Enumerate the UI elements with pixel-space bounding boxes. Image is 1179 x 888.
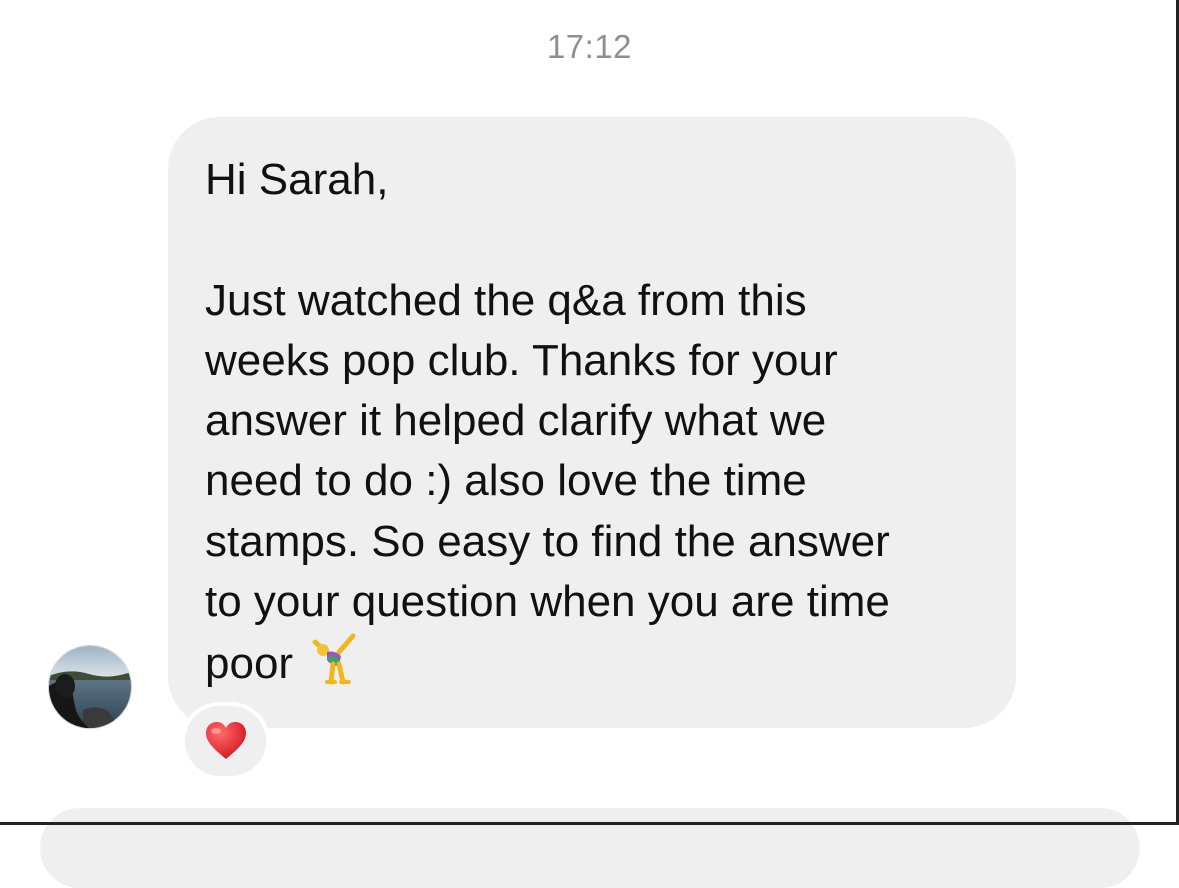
message-bubble[interactable]: Hi Sarah, Just watched the q&a from this…	[168, 117, 1016, 728]
sender-avatar[interactable]	[48, 645, 132, 729]
reaction-badge[interactable]	[181, 702, 270, 780]
message-line: stamps. So easy to find the answer	[205, 516, 890, 566]
heart-icon	[205, 722, 246, 759]
message-line: need to do :) also love the time	[205, 456, 807, 506]
message-line: to your question when you are time	[205, 577, 890, 627]
message-line: answer it helped clarify what we	[205, 396, 827, 446]
avatar-photo	[49, 646, 131, 728]
message-last-word: poor	[205, 639, 294, 689]
message-greeting: Hi Sarah,	[205, 155, 389, 204]
message-text: Hi Sarah, Just watched the q&a from this…	[205, 150, 995, 695]
message-line: weeks pop club. Thanks for your	[205, 335, 838, 385]
person-cartwheeling-icon	[312, 633, 356, 685]
next-message-bubble[interactable]	[40, 808, 1140, 888]
message-line: Just watched the q&a from this	[205, 275, 807, 325]
message-timestamp: 17:12	[546, 28, 633, 65]
